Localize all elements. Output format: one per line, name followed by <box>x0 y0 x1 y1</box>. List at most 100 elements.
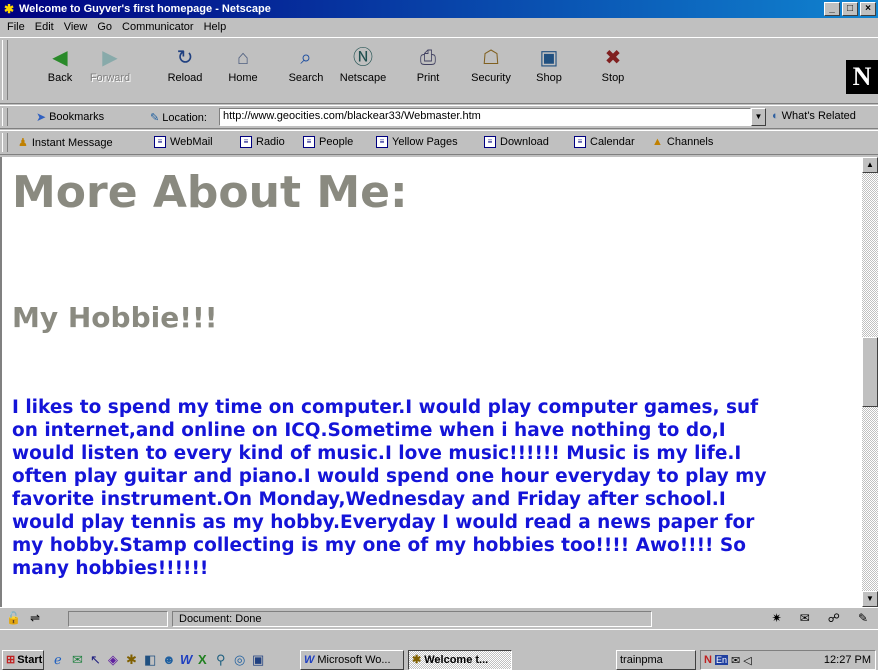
messenger-quicklaunch-icon[interactable]: ☻ <box>162 652 176 667</box>
paragraph-line: I likes to spend my time on computer.I w… <box>12 397 759 418</box>
composer-component-icon[interactable]: ✎ <box>858 611 868 627</box>
window-quicklaunch-icon[interactable]: ▣ <box>252 652 264 668</box>
minimize-button[interactable]: _ <box>824 2 840 16</box>
taskbar-word-window[interactable]: W Microsoft Wo... <box>300 650 404 670</box>
ie-quicklaunch-icon[interactable]: ℯ <box>54 652 62 668</box>
shop-icon: ▣ <box>539 47 559 69</box>
lock-icon: ☖ <box>482 47 500 69</box>
desktop-quicklaunch-icon[interactable]: ◧ <box>144 652 156 668</box>
personal-toolbar: ♟ Instant Message ≡ WebMail ≡ Radio ≡ Pe… <box>0 130 878 155</box>
find-quicklaunch-icon[interactable]: ◎ <box>234 652 245 668</box>
back-button[interactable]: ◀ Back <box>35 44 85 84</box>
status-bar: 🔓 ⇌ Document: Done ✷ ✉ ☍ ✎ <box>0 607 878 629</box>
menu-communicator[interactable]: Communicator <box>117 21 199 33</box>
bookmarks-button[interactable]: ➤ Bookmarks <box>36 110 104 124</box>
page-content: More About Me: My Hobbie!!! I likes to s… <box>0 157 862 607</box>
word-icon: W <box>304 654 315 666</box>
url-input[interactable]: http://www.geocities.com/blackear33/Webm… <box>219 108 751 126</box>
scroll-up-button[interactable]: ▲ <box>862 157 878 173</box>
shop-button[interactable]: ▣ Shop <box>524 44 574 84</box>
yellow-pages-link[interactable]: ≡ Yellow Pages <box>376 136 458 148</box>
home-button[interactable]: ⌂ Home <box>218 44 268 84</box>
netscape-quicklaunch-icon[interactable]: ✱ <box>126 652 137 668</box>
taskbar-trainpma-window[interactable]: trainpma <box>616 650 696 670</box>
security-status-icon[interactable]: 🔓 <box>6 611 21 625</box>
paragraph-line: my hobby.Stamp collecting is my one of m… <box>12 535 746 556</box>
menu-file[interactable]: File <box>2 21 30 33</box>
discussion-component-icon[interactable]: ☍ <box>828 611 840 627</box>
app-quicklaunch-icon[interactable]: ◈ <box>108 652 118 668</box>
netscape-app-icon: ✱ <box>3 2 15 16</box>
taskbar-netscape-window[interactable]: ✱ Welcome t... <box>408 650 512 670</box>
back-arrow-icon: ◀ <box>52 47 68 69</box>
outlook-quicklaunch-icon[interactable]: ✉ <box>72 652 83 668</box>
navigator-component-icon[interactable]: ✷ <box>772 611 782 627</box>
search-button[interactable]: ⌕ Search <box>281 44 331 84</box>
bookmark-page-icon: ≡ <box>484 136 496 148</box>
language-tray-icon[interactable]: En <box>714 655 728 665</box>
bookmark-page-icon: ≡ <box>303 136 315 148</box>
windows-taskbar: ⊞ Start ℯ ✉ ↖ ◈ ✱ ◧ ☻ W X ⚲ ◎ ▣ W Micros… <box>0 629 878 670</box>
excel-quicklaunch-icon[interactable]: X <box>198 652 207 667</box>
paragraph-line: favorite instrument.On Monday,Wednesday … <box>12 489 726 510</box>
menu-edit[interactable]: Edit <box>30 21 59 33</box>
component-bar: ✷ ✉ ☍ ✎ <box>676 611 876 627</box>
people-link[interactable]: ≡ People <box>303 136 353 148</box>
url-dropdown-arrow[interactable]: ▼ <box>751 108 766 126</box>
menu-help[interactable]: Help <box>199 21 232 33</box>
stop-button[interactable]: ✖ Stop <box>588 44 638 84</box>
close-button[interactable]: × <box>860 2 876 16</box>
scroll-down-button[interactable]: ▼ <box>862 591 878 607</box>
people-icon: ♟ <box>18 137 28 149</box>
radio-link[interactable]: ≡ Radio <box>240 136 285 148</box>
webmail-link[interactable]: ≡ WebMail <box>154 136 213 148</box>
instant-message-link[interactable]: ♟ Instant Message <box>18 136 113 150</box>
mail-component-icon[interactable]: ✉ <box>800 611 810 627</box>
cursor-quicklaunch-icon[interactable]: ↖ <box>90 652 101 668</box>
menu-go[interactable]: Go <box>92 21 117 33</box>
paragraph-line: would play tennis as my hobby.Everyday I… <box>12 512 755 533</box>
paragraph-line: would listen to every kind of music.I lo… <box>12 443 742 464</box>
whats-related-button[interactable]: ◐ What's Related <box>772 110 856 122</box>
search-quicklaunch-icon[interactable]: ⚲ <box>216 652 226 668</box>
start-button[interactable]: ⊞ Start <box>2 650 44 670</box>
status-text: Document: Done <box>172 611 652 627</box>
online-status-icon[interactable]: ⇌ <box>30 611 40 625</box>
netscape-logo[interactable]: N <box>846 60 878 94</box>
scroll-thumb[interactable] <box>862 337 878 407</box>
netscape-icon: Ⓝ <box>353 47 373 69</box>
print-button[interactable]: ⎙ Print <box>403 44 453 84</box>
download-link[interactable]: ≡ Download <box>484 136 549 148</box>
vertical-scrollbar[interactable]: ▲ ▼ <box>862 157 878 607</box>
location-icon: ✎ <box>150 112 160 124</box>
hobbies-subheading: My Hobbie!!! <box>12 301 218 334</box>
menu-view[interactable]: View <box>59 21 93 33</box>
word-quicklaunch-icon[interactable]: W <box>180 652 192 667</box>
maximize-button[interactable]: □ <box>842 2 858 16</box>
netscape-tray-icon[interactable]: N <box>704 654 712 666</box>
bookmark-page-icon: ≡ <box>240 136 252 148</box>
bookmarks-icon: ➤ <box>36 110 47 124</box>
page-heading: More About Me: <box>12 167 408 218</box>
paragraph-line: many hobbies!!!!!! <box>12 558 209 579</box>
toolbar-grip[interactable] <box>2 108 8 126</box>
network-tray-icon[interactable]: ✉ <box>731 654 740 667</box>
forward-arrow-icon: ▶ <box>102 47 118 69</box>
toolbar-grip[interactable] <box>2 40 8 100</box>
volume-tray-icon[interactable]: ◁ <box>743 654 751 667</box>
whats-related-icon: ◐ <box>772 110 779 122</box>
security-button[interactable]: ☖ Security <box>466 44 516 84</box>
channels-icon: ▲ <box>652 136 663 148</box>
netscape-button[interactable]: Ⓝ Netscape <box>338 44 388 84</box>
location-label: ✎ Location: <box>150 112 207 124</box>
forward-button[interactable]: ▶ Forward <box>85 44 135 84</box>
paragraph-line: on internet,and online on ICQ.Sometime w… <box>12 420 726 441</box>
bookmark-page-icon: ≡ <box>376 136 388 148</box>
reload-button[interactable]: ↻ Reload <box>160 44 210 84</box>
window-title: Welcome to Guyver's first homepage - Net… <box>19 3 271 15</box>
reload-icon: ↻ <box>176 47 194 69</box>
calendar-link[interactable]: ≡ Calendar <box>574 136 635 148</box>
bookmark-page-icon: ≡ <box>154 136 166 148</box>
toolbar-grip[interactable] <box>2 133 8 152</box>
channels-link[interactable]: ▲ Channels <box>652 136 713 148</box>
